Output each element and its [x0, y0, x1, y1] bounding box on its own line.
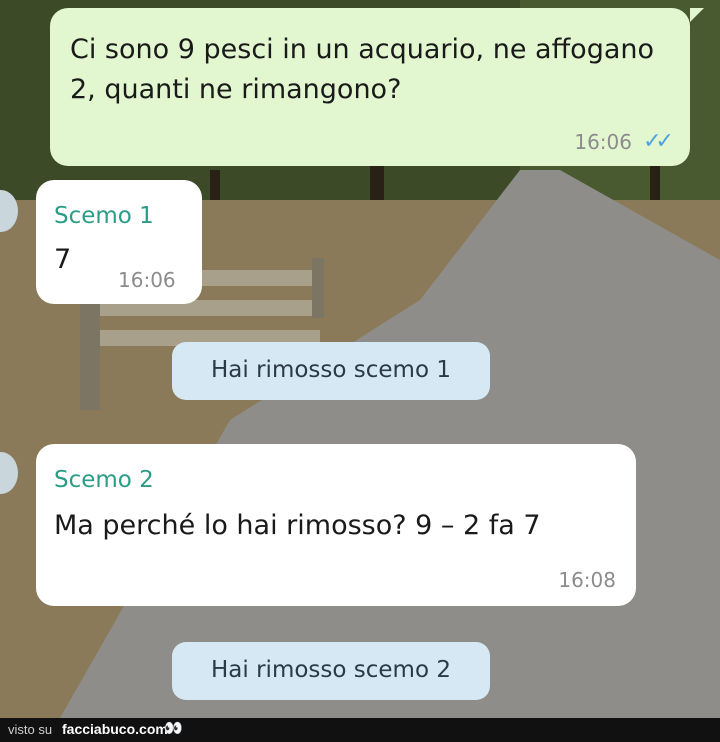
- message-text: Ci sono 9 pesci in un acquario, ne affog…: [70, 34, 655, 105]
- double-check-icon: ✓✓: [643, 129, 674, 154]
- watermark-footer: visto su facciabuco.com 👀: [0, 718, 720, 742]
- sender-name: Scemo 1: [54, 203, 154, 229]
- message-time: 16:06: [118, 268, 176, 292]
- incoming-message-bubble[interactable]: Scemo 1 7 16:06: [36, 180, 202, 304]
- eyes-icon: 👀: [164, 720, 183, 737]
- watermark-prefix: visto su: [8, 722, 53, 737]
- system-notice: Hai rimosso scemo 2: [172, 642, 490, 700]
- system-notice: Hai rimosso scemo 1: [172, 342, 490, 400]
- incoming-message-bubble[interactable]: Scemo 2 Ma perché lo hai rimosso? 9 – 2 …: [36, 444, 636, 606]
- message-time: 16:08: [558, 568, 616, 592]
- watermark-site[interactable]: facciabuco.com: [62, 721, 168, 737]
- bubble-tail: [690, 8, 704, 22]
- outgoing-message-bubble[interactable]: Ci sono 9 pesci in un acquario, ne affog…: [50, 8, 704, 166]
- message-time: 16:06: [574, 130, 632, 154]
- sender-name: Scemo 2: [54, 467, 154, 493]
- message-text: Ma perché lo hai rimosso? 9 – 2 fa 7: [54, 510, 541, 541]
